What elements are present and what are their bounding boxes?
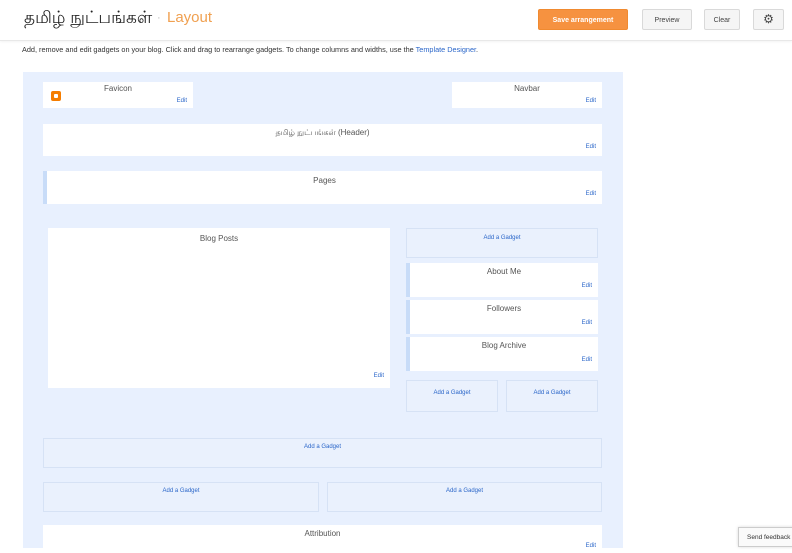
edit-link[interactable]: Edit bbox=[586, 98, 596, 104]
gadget-name: About Me bbox=[486, 267, 522, 276]
edit-link[interactable]: Edit bbox=[586, 543, 596, 549]
add-gadget-footer-left[interactable]: Add a Gadget bbox=[43, 482, 319, 512]
save-arrangement-button[interactable]: Save arrangement bbox=[538, 9, 628, 30]
title-separator: · bbox=[157, 12, 161, 24]
gadget-name: Blog Posts bbox=[199, 234, 239, 243]
gadget-followers[interactable]: Followers Edit bbox=[406, 300, 598, 334]
gadget-about-me[interactable]: About Me Edit bbox=[406, 263, 598, 297]
add-gadget-footer-right[interactable]: Add a Gadget bbox=[327, 482, 602, 512]
edit-link[interactable]: Edit bbox=[582, 283, 592, 289]
gadget-pages[interactable]: Pages Edit bbox=[43, 171, 602, 204]
clear-button[interactable]: Clear bbox=[704, 9, 740, 30]
gadget-name: தமிழ் நுட்பங்கள் (Header) bbox=[275, 128, 370, 137]
gadget-name: Navbar bbox=[514, 84, 540, 93]
gear-icon: ⚙ bbox=[763, 12, 774, 26]
gadget-header[interactable]: தமிழ் நுட்பங்கள் (Header) Edit bbox=[43, 124, 602, 156]
template-designer-link[interactable]: Template Designer bbox=[416, 45, 476, 54]
edit-link[interactable]: Edit bbox=[586, 191, 596, 197]
gadget-navbar[interactable]: Navbar Edit bbox=[452, 82, 602, 108]
add-gadget-main[interactable]: Add a Gadget bbox=[43, 438, 602, 468]
send-feedback-button[interactable]: Send feedback bbox=[738, 527, 792, 547]
add-gadget-sidebar-right[interactable]: Add a Gadget bbox=[506, 380, 598, 412]
edit-link[interactable]: Edit bbox=[586, 144, 596, 150]
preview-button[interactable]: Preview bbox=[642, 9, 692, 30]
add-gadget-sidebar-left[interactable]: Add a Gadget bbox=[406, 380, 498, 412]
gadget-name: Followers bbox=[486, 304, 522, 313]
edit-link[interactable]: Edit bbox=[177, 98, 187, 104]
layout-canvas: Favicon Edit Navbar Edit தமிழ் நுட்பங்கள… bbox=[23, 72, 623, 553]
gadget-favicon[interactable]: Favicon Edit bbox=[43, 82, 193, 108]
gadget-blog-archive[interactable]: Blog Archive Edit bbox=[406, 337, 598, 371]
settings-button[interactable]: ⚙ bbox=[753, 9, 784, 30]
edit-link[interactable]: Edit bbox=[582, 320, 592, 326]
gadget-name: Pages bbox=[313, 176, 336, 185]
gadget-blog-posts[interactable]: Blog Posts Edit bbox=[48, 228, 390, 388]
edit-link[interactable]: Edit bbox=[374, 373, 384, 379]
edit-link[interactable]: Edit bbox=[582, 357, 592, 363]
add-gadget-sidebar[interactable]: Add a Gadget bbox=[406, 228, 598, 258]
gadget-attribution[interactable]: Attribution Edit bbox=[43, 525, 602, 553]
instructions-text: Add, remove and edit gadgets on your blo… bbox=[22, 45, 479, 54]
gadget-name: Favicon bbox=[103, 84, 132, 93]
gadget-name: Blog Archive bbox=[481, 341, 527, 350]
section-title: Layout bbox=[167, 9, 213, 26]
blog-title[interactable]: தமிழ் நுட்பங்கள் bbox=[24, 8, 152, 30]
gadget-name: Attribution bbox=[304, 529, 341, 538]
